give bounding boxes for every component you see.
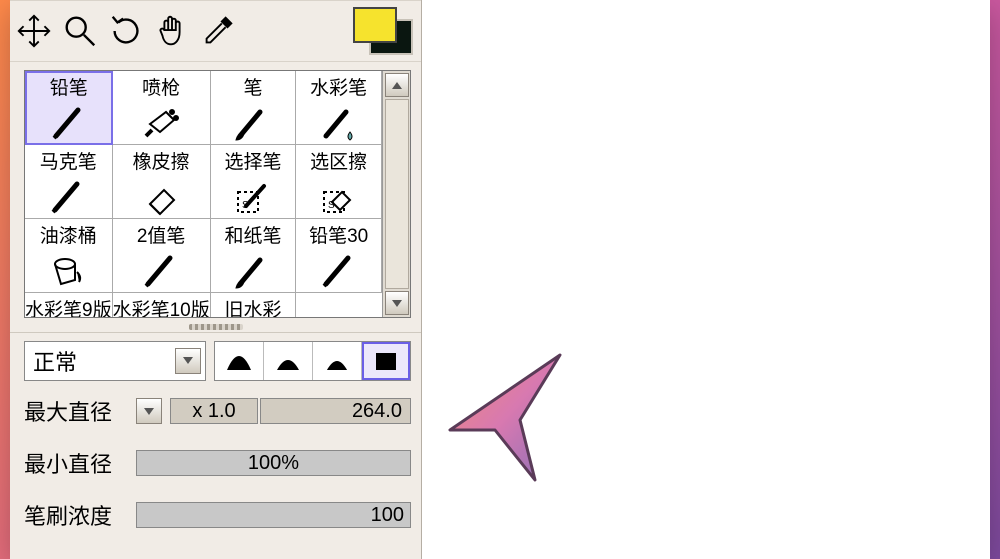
scroll-up-icon[interactable] — [385, 73, 409, 97]
blend-mode-value: 正常 — [33, 345, 77, 377]
brush-icon — [211, 248, 296, 292]
brush-scrollbar[interactable] — [382, 71, 410, 317]
rotate-tool[interactable] — [106, 8, 146, 54]
bucket-icon — [25, 248, 112, 292]
pen-icon — [296, 248, 381, 292]
brush-item[interactable]: 2值笔 — [113, 219, 211, 293]
view-toolbar — [10, 0, 421, 62]
brush-item[interactable]: 选区擦 S — [296, 145, 382, 219]
brush-item-label: 油漆桶 — [40, 221, 97, 248]
brush-item-label: 喷枪 — [142, 73, 180, 100]
pen-icon — [113, 248, 210, 292]
brush-item-label: 和纸笔 — [225, 221, 282, 248]
min-diameter-slider[interactable]: 100% — [136, 450, 411, 476]
brush-item[interactable]: 油漆桶 — [25, 219, 113, 293]
param-density: 笔刷浓度 100 — [24, 496, 411, 534]
brush-shape-mid[interactable] — [264, 342, 313, 380]
brush-params: 最大直径 x 1.0 264.0 最小直径 100% 笔刷浓度 100 — [10, 388, 421, 534]
foreground-color[interactable] — [353, 7, 397, 43]
pen-icon — [27, 100, 111, 143]
scroll-track[interactable] — [385, 99, 409, 289]
brush-item-label: 2值笔 — [137, 221, 186, 248]
brush-item-label: 铅笔30 — [309, 221, 368, 248]
brush-item[interactable]: 笔 — [211, 71, 297, 145]
airbrush-icon — [113, 100, 210, 144]
tool-panel: 铅笔 喷枪 笔 水彩笔马克笔 橡皮擦 选择笔 S 选区擦 S 油漆桶 2值笔 和纸笔铅笔30 水彩笔9版… — [10, 0, 422, 559]
brush-item-label: 旧水彩 — [225, 295, 282, 317]
max-diameter-multiplier[interactable]: x 1.0 — [170, 398, 258, 424]
brush-item-label: 选区擦 — [310, 147, 367, 174]
brush-item[interactable]: 和纸笔 — [211, 219, 297, 293]
param-max-diameter: 最大直径 x 1.0 264.0 — [24, 392, 411, 430]
selpen-icon: S — [211, 174, 296, 218]
svg-text:S: S — [328, 200, 335, 211]
brush-item-label: 笔 — [244, 73, 263, 100]
brush-item[interactable]: 水彩笔10版 — [113, 293, 211, 317]
max-diameter-label: 最大直径 — [24, 395, 130, 427]
brush-item[interactable]: 铅笔 — [25, 71, 113, 145]
seleraser-icon: S — [296, 174, 381, 218]
param-min-diameter: 最小直径 100% — [24, 444, 411, 482]
brush-item[interactable]: 水彩笔9版 — [25, 293, 113, 317]
density-value: 100 — [137, 503, 404, 527]
brush-item[interactable]: 喷枪 — [113, 71, 211, 145]
canvas-area[interactable] — [422, 0, 990, 559]
brush-item-label: 铅笔 — [50, 73, 88, 100]
brush-item-label: 马克笔 — [40, 147, 97, 174]
move-tool[interactable] — [14, 8, 54, 54]
brush-item-label: 水彩笔9版 — [25, 295, 112, 317]
brush-item-label: 水彩笔10版 — [113, 295, 210, 317]
brush-item-label: 选择笔 — [225, 147, 282, 174]
scroll-down-icon[interactable] — [385, 291, 409, 315]
min-diameter-value: 100% — [137, 451, 410, 475]
hand-tool[interactable] — [152, 8, 192, 54]
color-swatch[interactable] — [353, 7, 413, 55]
min-diameter-label: 最小直径 — [24, 447, 130, 479]
water-icon — [296, 100, 381, 144]
panel-drag-handle[interactable] — [10, 322, 421, 332]
pen-icon — [25, 174, 112, 218]
eraser-icon — [113, 174, 210, 218]
max-diameter-value[interactable]: 264.0 — [260, 398, 411, 424]
zoom-tool[interactable] — [60, 8, 100, 54]
brush-item[interactable]: 橡皮擦 — [113, 145, 211, 219]
brush-item-label: 橡皮擦 — [133, 147, 190, 174]
brush-item[interactable]: 选择笔 S — [211, 145, 297, 219]
brush-shape-soft[interactable] — [215, 342, 264, 380]
brush-item[interactable]: 旧水彩 — [211, 293, 297, 317]
brush-shape-flat[interactable] — [362, 342, 410, 380]
density-slider[interactable]: 100 — [136, 502, 411, 528]
brush-item[interactable]: 水彩笔 — [296, 71, 382, 145]
brush-item[interactable]: 铅笔30 — [296, 219, 382, 293]
blend-row: 正常 — [10, 332, 421, 388]
eyedropper-tool[interactable] — [198, 8, 238, 54]
brush-icon — [211, 100, 296, 144]
svg-text:S: S — [242, 200, 249, 211]
brush-item[interactable]: 马克笔 — [25, 145, 113, 219]
max-diameter-preset-dropdown[interactable] — [136, 398, 162, 424]
brush-shape-set — [214, 341, 411, 381]
brush-shape-hard[interactable] — [313, 342, 362, 380]
density-label: 笔刷浓度 — [24, 499, 130, 531]
brush-palette: 铅笔 喷枪 笔 水彩笔马克笔 橡皮擦 选择笔 S 选区擦 S 油漆桶 2值笔 和纸笔铅笔30 水彩笔9版… — [24, 70, 411, 318]
blend-mode-dropdown-icon[interactable] — [175, 348, 201, 374]
brush-item-label: 水彩笔 — [310, 73, 367, 100]
blend-mode-select[interactable]: 正常 — [24, 341, 206, 381]
